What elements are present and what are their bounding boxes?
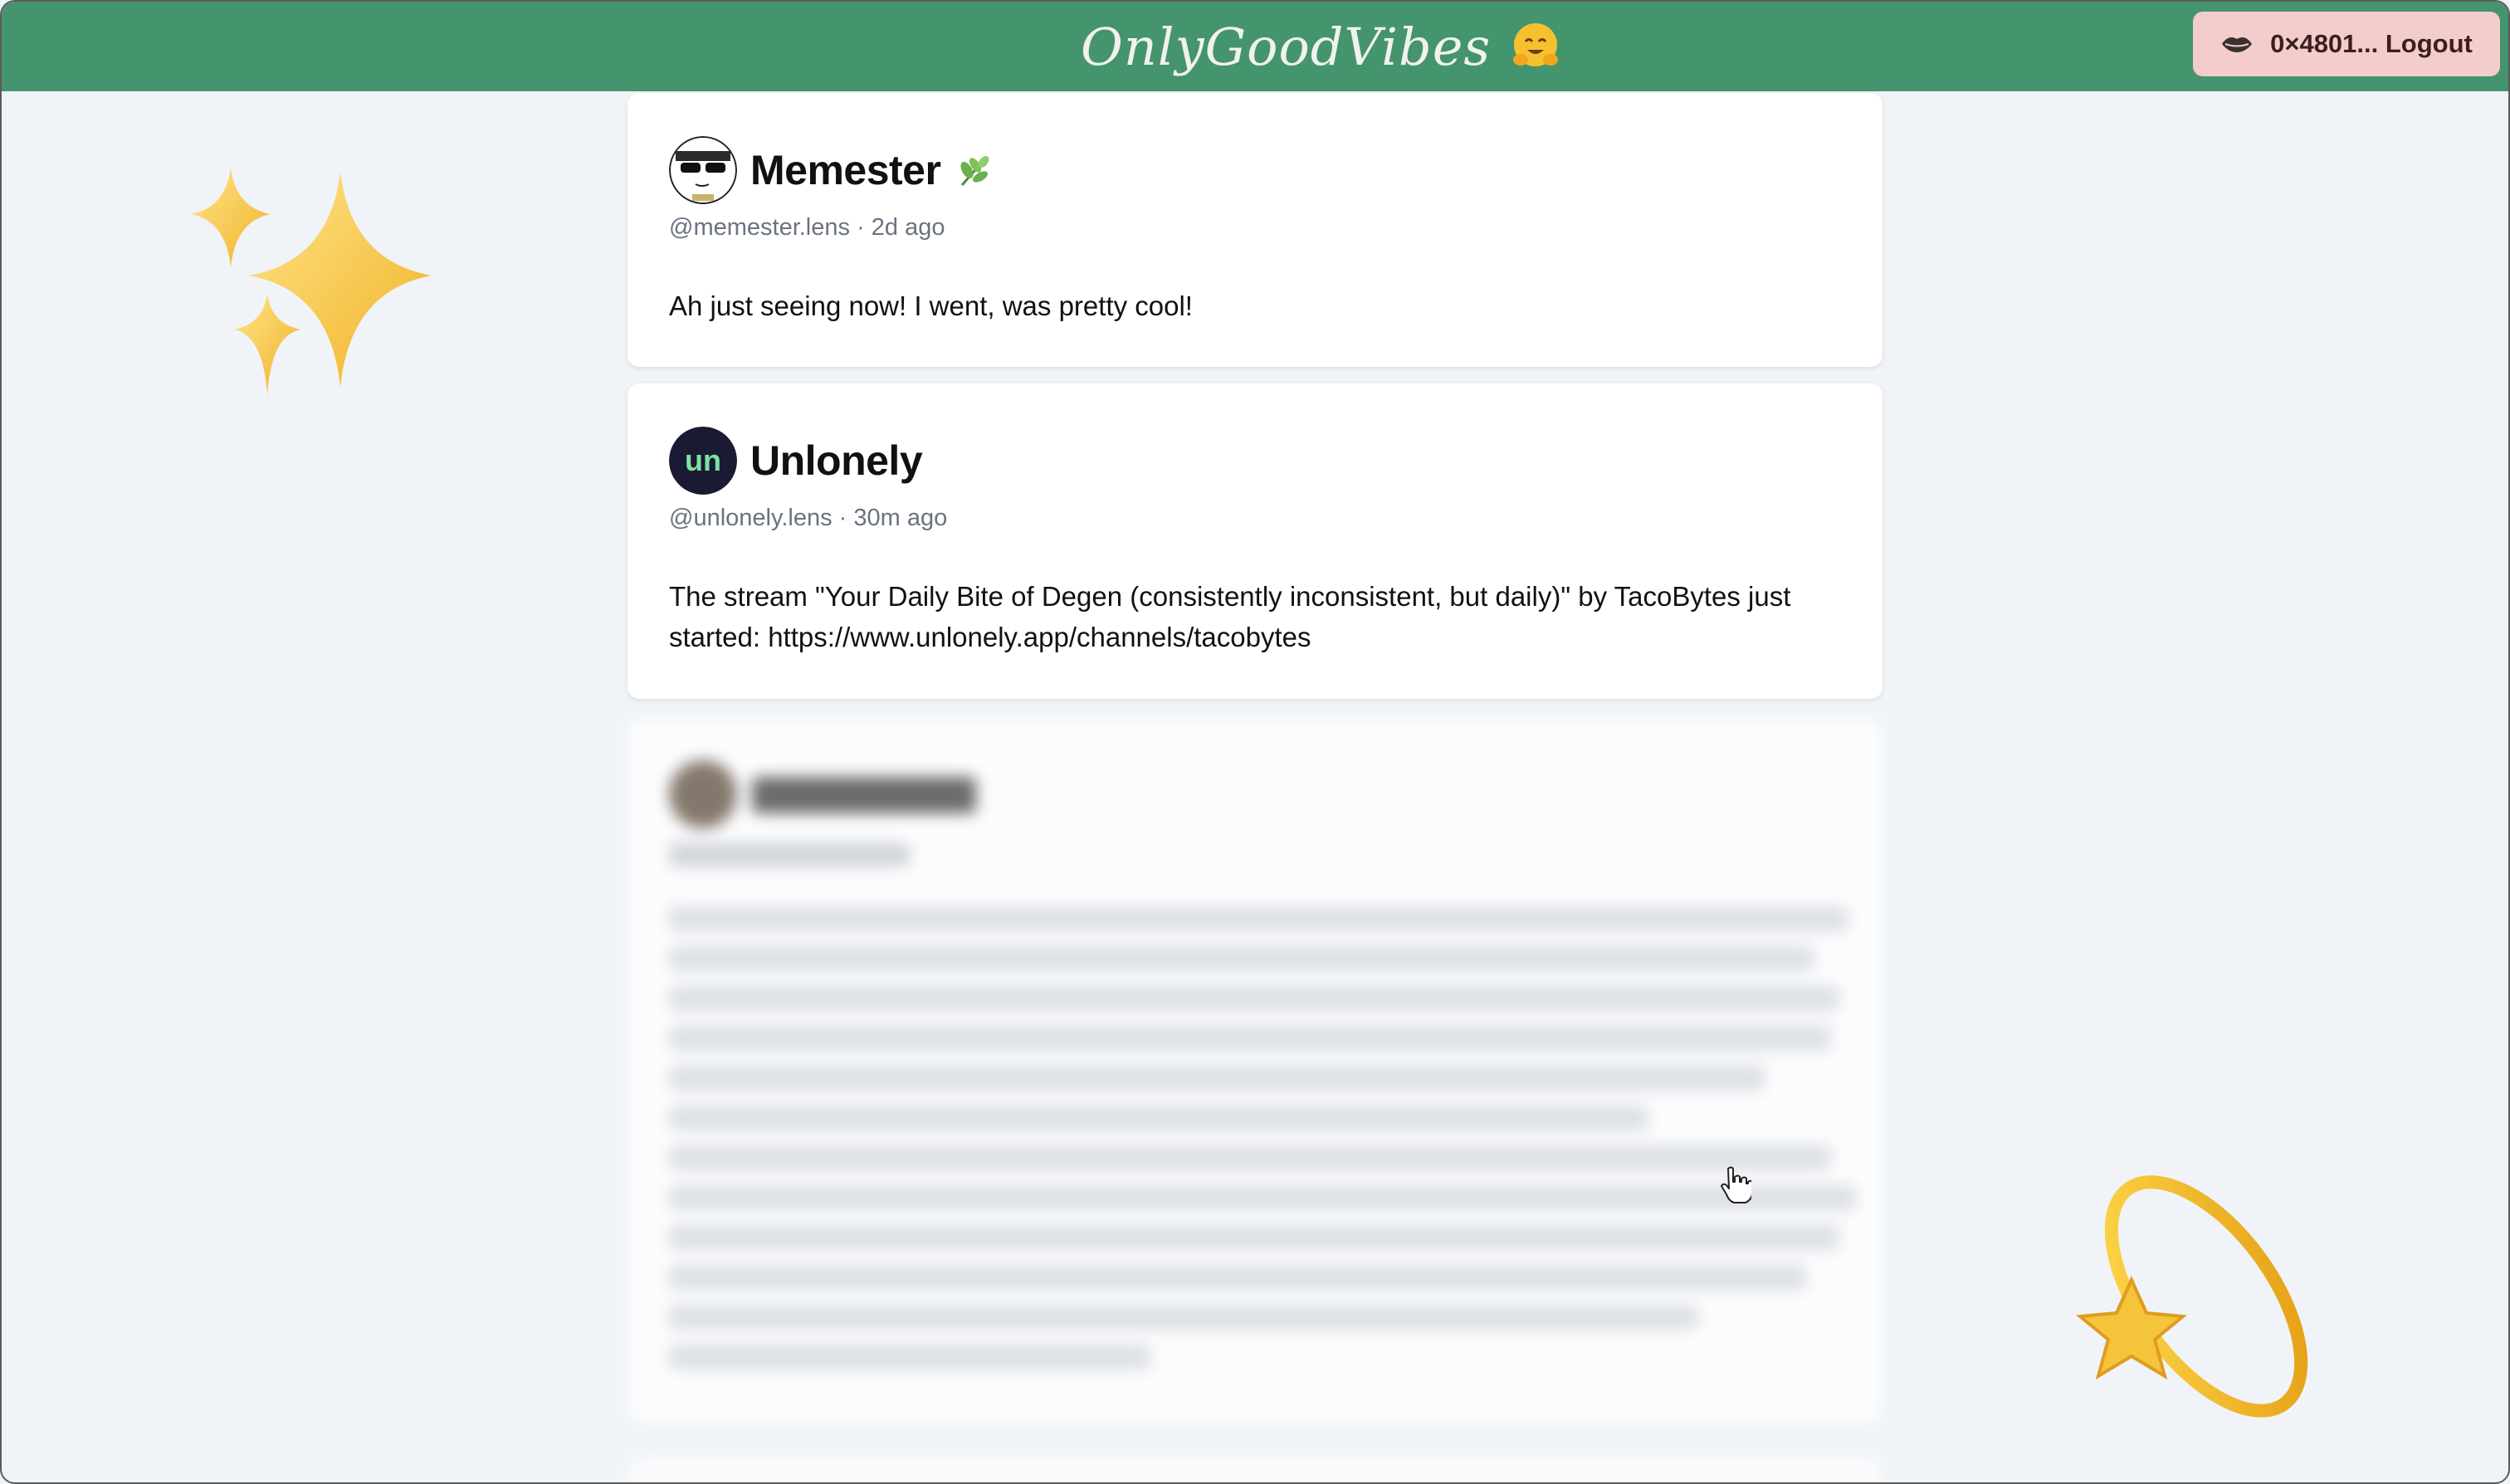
avatar[interactable]: [669, 136, 737, 204]
blurred-post-card[interactable]: [628, 719, 1882, 1424]
avatar[interactable]: un: [669, 427, 737, 495]
post-meta: [669, 843, 910, 866]
author-name[interactable]: Memester: [750, 146, 941, 194]
post-text-line: [669, 1225, 1839, 1250]
post-text-line: [669, 1265, 1806, 1290]
blurred-post-card[interactable]: [628, 1456, 1882, 1482]
post-meta: @unlonely.lens · 30m ago: [669, 505, 948, 531]
avatar: [669, 760, 737, 828]
post-card[interactable]: un Unlonely @unlonely.lens · 30m ago The…: [628, 383, 1882, 699]
post-meta: @memester.lens · 2d ago: [669, 214, 945, 241]
top-bar: OnlyGoodVibes 0×4801... Logout: [2, 2, 2508, 91]
logo-text: OnlyGoodVibes: [1081, 16, 1492, 77]
app-window: OnlyGoodVibes 0×4801... Logout Memester …: [0, 0, 2510, 1484]
post-card[interactable]: Memester @memester.lens · 2d ago Ah just…: [628, 93, 1882, 367]
author-name[interactable]: Unlonely: [750, 437, 923, 485]
author-name: [752, 777, 976, 813]
logo[interactable]: OnlyGoodVibes: [1081, 7, 1562, 86]
post-text-line: [669, 1185, 1856, 1210]
post-text-line: [669, 1145, 1831, 1170]
lips-icon: [2222, 37, 2253, 52]
herb-icon: [960, 156, 989, 186]
post-text: The stream "Your Daily Bite of Degen (co…: [669, 581, 1791, 652]
post-text-line: [669, 1305, 1698, 1330]
post-text-line: [669, 946, 1814, 971]
post-author[interactable]: un Unlonely: [669, 427, 923, 495]
post-text-line: [669, 1066, 1765, 1091]
hand-cursor-icon: [1721, 1166, 1751, 1203]
hugging-face-emoji-icon: [1513, 23, 1559, 66]
post-author[interactable]: Memester: [669, 136, 994, 204]
post-text: Ah just seeing now! I went, was pretty c…: [669, 290, 1193, 321]
account-logout-button[interactable]: 0×4801... Logout: [2193, 12, 2500, 76]
svg-text:un: un: [685, 443, 721, 477]
post-text-line: [669, 1345, 1150, 1369]
dizzy-star-icon: [2075, 1175, 2308, 1418]
post-text-line: [669, 1026, 1831, 1051]
post-text-line: [669, 1106, 1648, 1130]
post-text-line: [669, 986, 1839, 1011]
account-label: 0×4801... Logout: [2270, 29, 2473, 58]
sparkles-icon: [191, 168, 432, 395]
post-text-line: [669, 906, 1848, 931]
